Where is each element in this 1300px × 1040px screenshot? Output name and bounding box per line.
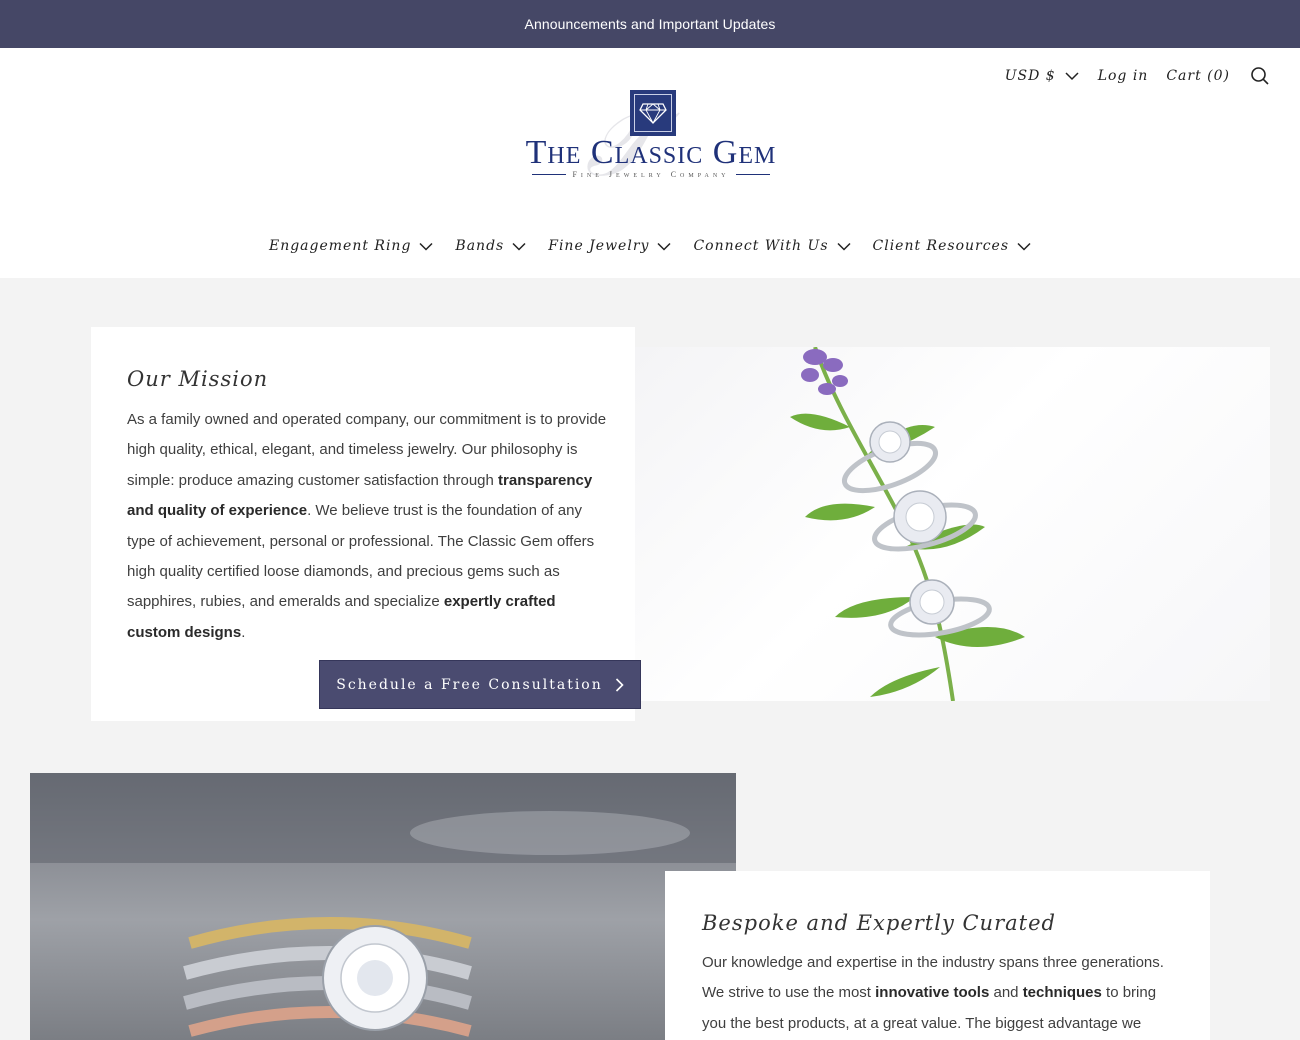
cta-label: Schedule a Free Consultation <box>336 676 603 693</box>
search-icon <box>1251 67 1269 85</box>
lavender-rings-illustration <box>790 347 1025 701</box>
cart-link[interactable]: Cart (0) <box>1166 68 1230 84</box>
logo-tagline: Fine Jewelry Company <box>510 170 792 179</box>
bespoke-emphasis-2: techniques <box>1022 984 1102 1002</box>
nav-label: Engagement Ring <box>268 238 412 254</box>
chevron-right-icon <box>615 677 624 692</box>
nav-label: Bands <box>455 238 505 254</box>
logo-wordmark: The Classic Gem <box>525 134 777 171</box>
cart-label: Cart (0) <box>1166 68 1230 84</box>
mission-body: As a family owned and operated company, … <box>127 405 607 648</box>
diamond-badge <box>630 90 676 136</box>
search-button[interactable] <box>1250 66 1270 86</box>
chevron-down-icon <box>1017 242 1031 251</box>
bespoke-emphasis-1: innovative tools <box>875 984 990 1002</box>
site-header: USD $ Log in Cart (0) 𝒯 The Classic Gem … <box>0 48 1300 278</box>
currency-selector[interactable]: USD $ <box>1005 68 1080 84</box>
mission-text-3: . <box>241 623 246 641</box>
chevron-down-icon <box>657 242 671 251</box>
schedule-consultation-button[interactable]: Schedule a Free Consultation <box>319 660 641 709</box>
nav-engagement-ring[interactable]: Engagement Ring <box>269 238 433 254</box>
tagline-rule-left <box>532 174 567 175</box>
rings-on-lavender-image <box>635 347 1270 701</box>
nav-fine-jewelry[interactable]: Fine Jewelry <box>548 238 671 254</box>
chevron-down-icon <box>1065 72 1079 81</box>
nav-label: Connect With Us <box>693 238 829 254</box>
mission-title: Our Mission <box>127 367 269 391</box>
nav-client-resources[interactable]: Client Resources <box>873 238 1032 254</box>
main-nav: Engagement Ring Bands Fine Jewelry Conne… <box>0 238 1300 254</box>
nav-label: Fine Jewelry <box>548 238 650 254</box>
chevron-down-icon <box>419 242 433 251</box>
stacked-rings-image <box>30 773 736 1040</box>
site-logo[interactable]: 𝒯 The Classic Gem Fine Jewelry Company <box>510 90 792 202</box>
bespoke-title: Bespoke and Expertly Curated <box>702 911 1056 935</box>
chevron-down-icon <box>512 242 526 251</box>
currency-label: USD $ <box>1004 68 1056 84</box>
nav-label: Client Resources <box>872 238 1010 254</box>
logo-tagline-text: Fine Jewelry Company <box>572 170 730 179</box>
tagline-rule-right <box>735 174 770 175</box>
announcement-text[interactable]: Announcements and Important Updates <box>525 16 776 32</box>
chevron-down-icon <box>836 242 851 251</box>
login-label: Log in <box>1097 68 1149 84</box>
nav-bands[interactable]: Bands <box>455 238 526 254</box>
announcement-bar[interactable]: Announcements and Important Updates <box>0 0 1300 48</box>
bespoke-text-2: and <box>989 984 1023 1002</box>
nav-connect-with-us[interactable]: Connect With Us <box>693 238 851 254</box>
bespoke-card: Bespoke and Expertly Curated Our knowled… <box>665 871 1210 1040</box>
stacked-rings-illustration <box>30 773 736 1037</box>
utility-nav: USD $ Log in Cart (0) <box>1005 66 1270 86</box>
login-link[interactable]: Log in <box>1098 68 1149 84</box>
bespoke-body: Our knowledge and expertise in the indus… <box>702 948 1182 1039</box>
diamond-icon <box>639 103 667 124</box>
